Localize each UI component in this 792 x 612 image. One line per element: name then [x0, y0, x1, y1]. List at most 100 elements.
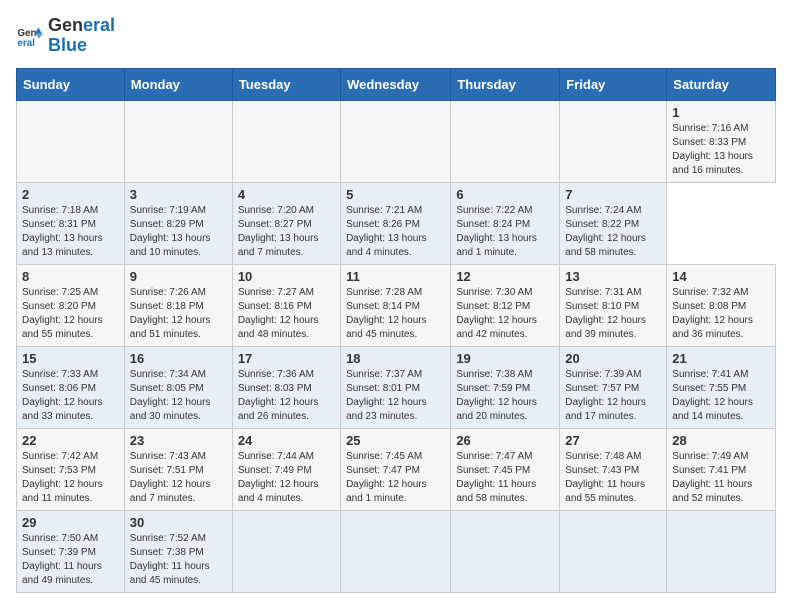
calendar-cell: [232, 510, 340, 592]
day-number: 25: [346, 433, 445, 448]
day-number: 2: [22, 187, 119, 202]
day-info: Sunrise: 7:43 AMSunset: 7:51 PMDaylight:…: [130, 450, 227, 506]
day-info: Sunrise: 7:38 AMSunset: 7:59 PMDaylight:…: [456, 368, 554, 424]
header-wednesday: Wednesday: [341, 68, 451, 100]
day-info: Sunrise: 7:41 AMSunset: 7:55 PMDaylight:…: [672, 368, 770, 424]
day-number: 28: [672, 433, 770, 448]
day-number: 15: [22, 351, 119, 366]
calendar-cell: 11 Sunrise: 7:28 AMSunset: 8:14 PMDayligh…: [341, 264, 451, 346]
day-info: Sunrise: 7:30 AMSunset: 8:12 PMDaylight:…: [456, 286, 554, 342]
calendar-cell: 3 Sunrise: 7:19 AMSunset: 8:29 PMDaylight…: [124, 182, 232, 264]
day-info: Sunrise: 7:20 AMSunset: 8:27 PMDaylight:…: [238, 204, 335, 260]
calendar-cell: 10Sunrise: 7:27 AMSunset: 8:16 PMDayligh…: [232, 264, 340, 346]
header-sunday: Sunday: [17, 68, 125, 100]
calendar-cell: 25 Sunrise: 7:45 AMSunset: 7:47 PMDayligh…: [341, 428, 451, 510]
week-row-2: 8Sunrise: 7:25 AMSunset: 8:20 PMDaylight…: [17, 264, 776, 346]
calendar-cell: 23Sunrise: 7:43 AMSunset: 7:51 PMDayligh…: [124, 428, 232, 510]
calendar-cell: 16Sunrise: 7:34 AMSunset: 8:05 PMDayligh…: [124, 346, 232, 428]
calendar-cell: 15 Sunrise: 7:33 AMSunset: 8:06 PMDayligh…: [17, 346, 125, 428]
day-number: 12: [456, 269, 554, 284]
calendar-cell: 13Sunrise: 7:31 AMSunset: 8:10 PMDayligh…: [560, 264, 667, 346]
week-row-4: 22Sunrise: 7:42 AMSunset: 7:53 PMDayligh…: [17, 428, 776, 510]
day-info: Sunrise: 7:32 AMSunset: 8:08 PMDaylight:…: [672, 286, 770, 342]
calendar-cell: 7 Sunrise: 7:24 AMSunset: 8:22 PMDaylight…: [560, 182, 667, 264]
calendar-cell: 6 Sunrise: 7:22 AMSunset: 8:24 PMDaylight…: [451, 182, 560, 264]
calendar-body: 1 Sunrise: 7:16 AMSunset: 8:33 PMDaylight…: [17, 100, 776, 592]
day-number: 1: [672, 105, 770, 120]
header-thursday: Thursday: [451, 68, 560, 100]
day-number: 30: [130, 515, 227, 530]
calendar-cell: 12 Sunrise: 7:30 AMSunset: 8:12 PMDayligh…: [451, 264, 560, 346]
day-info: Sunrise: 7:31 AMSunset: 8:10 PMDaylight:…: [565, 286, 661, 342]
day-number: 20: [565, 351, 661, 366]
svg-text:eral: eral: [17, 38, 35, 49]
day-info: Sunrise: 7:33 AMSunset: 8:06 PMDaylight:…: [22, 368, 119, 424]
day-info: Sunrise: 7:52 AMSunset: 7:38 PMDaylight:…: [130, 532, 227, 588]
day-info: Sunrise: 7:21 AMSunset: 8:26 PMDaylight:…: [346, 204, 445, 260]
header-friday: Friday: [560, 68, 667, 100]
calendar-cell: [560, 100, 667, 182]
day-info: Sunrise: 7:49 AMSunset: 7:41 PMDaylight:…: [672, 450, 770, 506]
day-info: Sunrise: 7:39 AMSunset: 7:57 PMDaylight:…: [565, 368, 661, 424]
header-saturday: Saturday: [667, 68, 776, 100]
calendar-cell: 8Sunrise: 7:25 AMSunset: 8:20 PMDaylight…: [17, 264, 125, 346]
day-info: Sunrise: 7:24 AMSunset: 8:22 PMDaylight:…: [565, 204, 661, 260]
day-info: Sunrise: 7:22 AMSunset: 8:24 PMDaylight:…: [456, 204, 554, 260]
logo-text: General Blue: [48, 16, 115, 56]
day-number: 11: [346, 269, 445, 284]
calendar-cell: [667, 510, 776, 592]
calendar-cell: 28 Sunrise: 7:49 AMSunset: 7:41 PMDayligh…: [667, 428, 776, 510]
week-row-3: 15 Sunrise: 7:33 AMSunset: 8:06 PMDayligh…: [17, 346, 776, 428]
header-tuesday: Tuesday: [232, 68, 340, 100]
week-row-5: 29 Sunrise: 7:50 AMSunset: 7:39 PMDayligh…: [17, 510, 776, 592]
calendar-cell: 18Sunrise: 7:37 AMSunset: 8:01 PMDayligh…: [341, 346, 451, 428]
calendar-cell: 17 Sunrise: 7:36 AMSunset: 8:03 PMDayligh…: [232, 346, 340, 428]
calendar-cell: [232, 100, 340, 182]
day-info: Sunrise: 7:37 AMSunset: 8:01 PMDaylight:…: [346, 368, 445, 424]
calendar-cell: [341, 510, 451, 592]
day-info: Sunrise: 7:28 AMSunset: 8:14 PMDaylight:…: [346, 286, 445, 342]
calendar-cell: [451, 510, 560, 592]
calendar-cell: 27Sunrise: 7:48 AMSunset: 7:43 PMDayligh…: [560, 428, 667, 510]
calendar-cell: 19 Sunrise: 7:38 AMSunset: 7:59 PMDayligh…: [451, 346, 560, 428]
calendar-header-row: SundayMondayTuesdayWednesdayThursdayFrid…: [17, 68, 776, 100]
header-monday: Monday: [124, 68, 232, 100]
calendar-cell: 22Sunrise: 7:42 AMSunset: 7:53 PMDayligh…: [17, 428, 125, 510]
day-info: Sunrise: 7:45 AMSunset: 7:47 PMDaylight:…: [346, 450, 445, 506]
day-number: 17: [238, 351, 335, 366]
day-info: Sunrise: 7:27 AMSunset: 8:16 PMDaylight:…: [238, 286, 335, 342]
day-info: Sunrise: 7:47 AMSunset: 7:45 PMDaylight:…: [456, 450, 554, 506]
day-info: Sunrise: 7:25 AMSunset: 8:20 PMDaylight:…: [22, 286, 119, 342]
calendar-cell: 5 Sunrise: 7:21 AMSunset: 8:26 PMDaylight…: [341, 182, 451, 264]
calendar-table: SundayMondayTuesdayWednesdayThursdayFrid…: [16, 68, 776, 593]
day-info: Sunrise: 7:36 AMSunset: 8:03 PMDaylight:…: [238, 368, 335, 424]
day-number: 19: [456, 351, 554, 366]
calendar-cell: 1 Sunrise: 7:16 AMSunset: 8:33 PMDaylight…: [667, 100, 776, 182]
day-number: 4: [238, 187, 335, 202]
day-info: Sunrise: 7:16 AMSunset: 8:33 PMDaylight:…: [672, 122, 770, 178]
day-number: 5: [346, 187, 445, 202]
day-number: 7: [565, 187, 661, 202]
day-number: 22: [22, 433, 119, 448]
day-info: Sunrise: 7:19 AMSunset: 8:29 PMDaylight:…: [130, 204, 227, 260]
day-number: 3: [130, 187, 227, 202]
day-info: Sunrise: 7:26 AMSunset: 8:18 PMDaylight:…: [130, 286, 227, 342]
day-info: Sunrise: 7:18 AMSunset: 8:31 PMDaylight:…: [22, 204, 119, 260]
calendar-cell: [451, 100, 560, 182]
week-row-1: 2 Sunrise: 7:18 AMSunset: 8:31 PMDaylight…: [17, 182, 776, 264]
calendar-cell: 24Sunrise: 7:44 AMSunset: 7:49 PMDayligh…: [232, 428, 340, 510]
day-number: 29: [22, 515, 119, 530]
calendar-cell: [124, 100, 232, 182]
day-number: 27: [565, 433, 661, 448]
day-number: 24: [238, 433, 335, 448]
calendar-cell: 2 Sunrise: 7:18 AMSunset: 8:31 PMDaylight…: [17, 182, 125, 264]
calendar-cell: 20 Sunrise: 7:39 AMSunset: 7:57 PMDayligh…: [560, 346, 667, 428]
week-row-0: 1 Sunrise: 7:16 AMSunset: 8:33 PMDaylight…: [17, 100, 776, 182]
day-info: Sunrise: 7:50 AMSunset: 7:39 PMDaylight:…: [22, 532, 119, 588]
logo: Gen eral General Blue: [16, 16, 115, 56]
page-header: Gen eral General Blue: [16, 16, 776, 56]
calendar-cell: [17, 100, 125, 182]
day-number: 6: [456, 187, 554, 202]
day-info: Sunrise: 7:34 AMSunset: 8:05 PMDaylight:…: [130, 368, 227, 424]
calendar-cell: 4 Sunrise: 7:20 AMSunset: 8:27 PMDaylight…: [232, 182, 340, 264]
